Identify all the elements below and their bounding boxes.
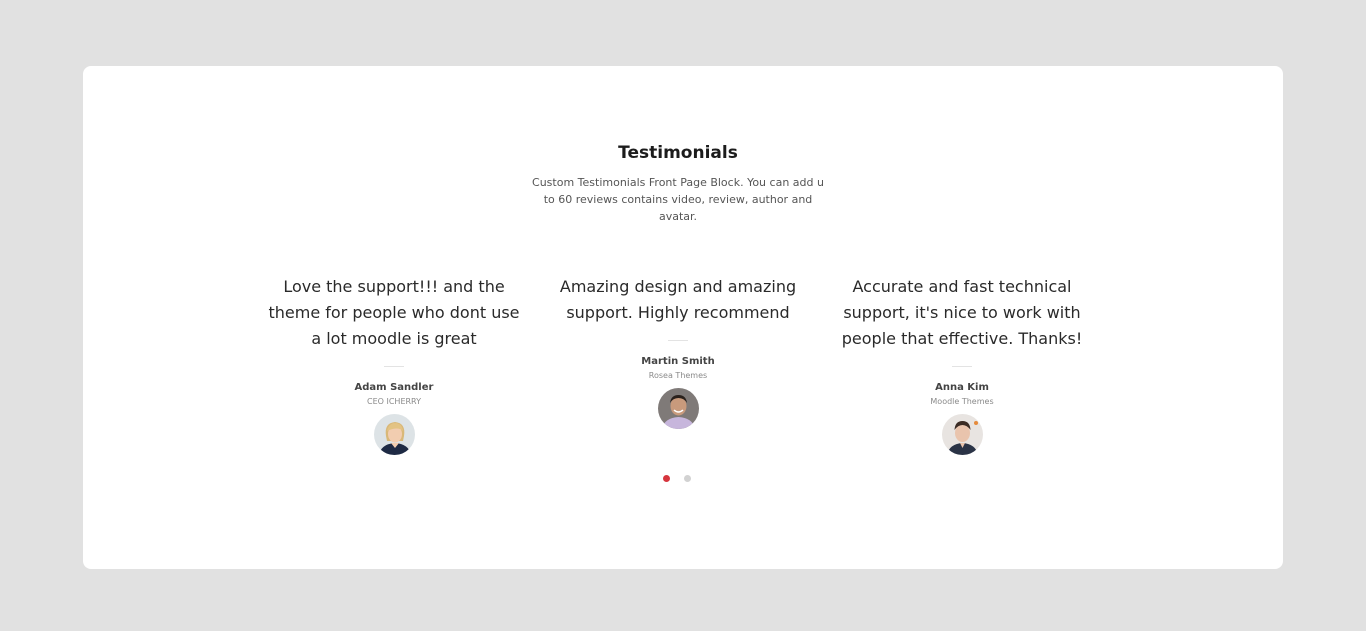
testimonial-author: Martin Smith — [641, 356, 715, 367]
testimonial-author: Anna Kim — [935, 382, 989, 393]
testimonial-item: Amazing design and amazing support. High… — [558, 274, 798, 429]
testimonial-item: Love the support!!! and the theme for pe… — [264, 274, 524, 455]
avatar-woman-blonde-icon — [373, 414, 415, 455]
divider — [384, 366, 404, 367]
avatar-man-smiling-icon — [657, 388, 699, 429]
carousel-dot-2[interactable] — [684, 475, 691, 482]
testimonial-quote: Accurate and fast technical support, it'… — [841, 277, 1083, 348]
testimonial-author: Adam Sandler — [354, 382, 434, 393]
testimonial-role: Moodle Themes — [930, 397, 994, 406]
testimonial-role: CEO ICHERRY — [367, 397, 421, 406]
testimonial-item: Accurate and fast technical support, it'… — [831, 274, 1093, 455]
section-title: Testimonials — [618, 143, 738, 163]
divider — [668, 340, 688, 341]
testimonial-quote: Love the support!!! and the theme for pe… — [268, 277, 520, 348]
testimonial-role: Rosea Themes — [648, 371, 708, 380]
avatar-man-dark-hair-icon — [941, 414, 983, 455]
carousel-dot-1[interactable] — [663, 475, 670, 482]
divider — [952, 366, 972, 367]
testimonials-card: Testimonials Custom Testimonials Front P… — [83, 66, 1283, 569]
section-description: Custom Testimonials Front Page Block. Yo… — [532, 176, 824, 223]
testimonial-quote: Amazing design and amazing support. High… — [559, 277, 797, 322]
